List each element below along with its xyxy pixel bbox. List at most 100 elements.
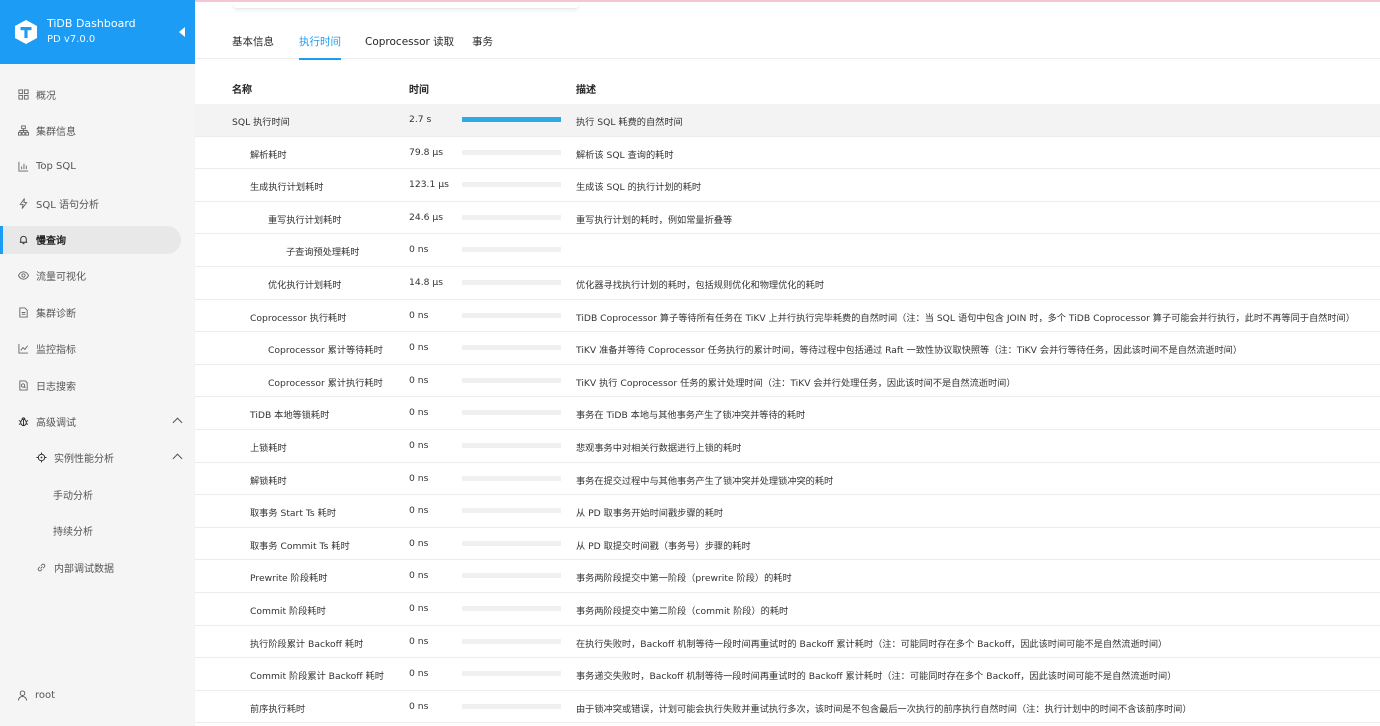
time-ratio-bar: [462, 671, 561, 677]
row-name: 执行阶段累计 Backoff 耗时: [250, 638, 364, 650]
row-time: 24.6 μs: [409, 211, 444, 223]
table-row[interactable]: Commit 阶段耗时 0 ns 事务两阶段提交中第二阶段（commit 阶段）的耗…: [195, 593, 1380, 626]
table-row[interactable]: 优化执行计划耗时 14.8 μs 优化器寻找执行计划的耗时，包括规则优化和物理优化的…: [195, 267, 1380, 300]
tab-basic-info[interactable]: 基本信息: [232, 34, 274, 58]
row-description: 重写执行计划的耗时，例如常量折叠等: [576, 214, 733, 226]
sidebar-item-cluster-info[interactable]: 集群信息: [0, 116, 195, 144]
previous-card-edge: [233, 0, 579, 9]
table-row[interactable]: 取事务 Commit Ts 耗时 0 ns 从 PD 取提交时间戳（事务号）步骤的耗…: [195, 528, 1380, 561]
table-row[interactable]: 子查询预处理耗时 0 ns: [195, 234, 1380, 267]
tidb-logo-icon: [15, 20, 37, 44]
table-row[interactable]: TiDB 本地等锁耗时 0 ns 事务在 TiDB 本地与其他事务产生了锁冲突并等待…: [195, 397, 1380, 430]
table-row[interactable]: Coprocessor 累计执行耗时 0 ns TiKV 执行 Coprocesso…: [195, 365, 1380, 398]
table-row[interactable]: Prewrite 阶段耗时 0 ns 事务两阶段提交中第一阶段（prewrite 阶…: [195, 560, 1380, 593]
sidebar-item-diagnose[interactable]: 集群诊断: [0, 298, 195, 326]
sidebar-item-label: 集群诊断: [36, 308, 76, 320]
sidebar-item-label: 慢查询: [36, 236, 66, 248]
row-time: 0 ns: [409, 570, 429, 582]
row-name: 生成执行计划耗时: [250, 182, 324, 194]
sidebar-item-overview[interactable]: 概况: [0, 80, 195, 108]
tab-coprocessor-read[interactable]: Coprocessor 读取: [365, 34, 454, 58]
row-description: TiKV 准备并等待 Coprocessor 任务执行的累计时间，等待过程中包括…: [576, 345, 1243, 357]
table-row[interactable]: SQL 执行时间 2.7 s 执行 SQL 耗费的自然时间: [195, 104, 1380, 137]
document-icon: [17, 306, 29, 318]
column-header-time: 时间: [409, 85, 429, 96]
brand-title: TiDB Dashboard: [47, 17, 136, 30]
main-content: 基本信息 执行时间 Coprocessor 读取 事务 名称 时间 描述 SQL…: [195, 0, 1380, 726]
tab-transaction[interactable]: 事务: [472, 34, 493, 58]
row-name: 解锁耗时: [250, 475, 287, 487]
sidebar-item-key-visualizer[interactable]: 流量可视化: [0, 262, 195, 290]
collapse-sidebar-icon[interactable]: [179, 27, 185, 37]
sidebar-item-label: 流量可视化: [36, 272, 86, 284]
bug-icon: [17, 416, 29, 428]
table-row[interactable]: 生成执行计划耗时 123.1 μs 生成该 SQL 的执行计划的耗时: [195, 169, 1380, 202]
sidebar-item-label: 高级调试: [36, 418, 76, 430]
table-row[interactable]: 上锁耗时 0 ns 悲观事务中对相关行数据进行上锁的耗时: [195, 430, 1380, 463]
table-row[interactable]: 前序执行耗时 0 ns 由于锁冲突或错误，计划可能会执行失败并重试执行多次，该时间是…: [195, 691, 1380, 724]
time-ratio-bar: [462, 247, 561, 253]
user-menu[interactable]: root: [17, 690, 55, 701]
sidebar-item-sql-statements[interactable]: SQL 语句分析: [0, 189, 195, 217]
sidebar-item-label: 监控指标: [36, 345, 76, 357]
time-ratio-bar: [462, 312, 561, 318]
row-description: 事务在 TiDB 本地与其他事务产生了锁冲突并等待的耗时: [576, 410, 806, 422]
sidebar-item-debug-api[interactable]: 内部调试数据: [0, 553, 195, 581]
sidebar-item-label: 概况: [36, 90, 56, 102]
row-description: 悲观事务中对相关行数据进行上锁的耗时: [576, 442, 742, 454]
bell-icon: [17, 234, 29, 246]
row-name: SQL 执行时间: [232, 117, 290, 128]
sidebar-item-label: 内部调试数据: [54, 563, 114, 575]
row-time: 0 ns: [409, 537, 429, 549]
table-row[interactable]: Coprocessor 累计等待耗时 0 ns TiKV 准备并等待 Coproce…: [195, 332, 1380, 365]
table-row[interactable]: Commit 阶段累计 Backoff 耗时 0 ns 事务递交失败时，Backof…: [195, 658, 1380, 691]
row-time: 0 ns: [409, 700, 429, 712]
time-ratio-bar: [462, 214, 561, 220]
brand-header: TiDB Dashboard PD v7.0.0: [0, 0, 195, 64]
sidebar-item-manual-profiling[interactable]: 手动分析: [0, 480, 195, 508]
chart-bar-icon: [17, 161, 29, 173]
lightning-icon: [17, 197, 29, 209]
table-row[interactable]: 执行阶段累计 Backoff 耗时 0 ns 在执行失败时，Backoff 机制等待…: [195, 626, 1380, 659]
time-ratio-bar: [462, 703, 561, 709]
row-description: 事务在提交过程中与其他事务产生了锁冲突并处理锁冲突的耗时: [576, 475, 834, 487]
row-time: 0 ns: [409, 244, 429, 256]
time-ratio-bar: [462, 508, 561, 514]
row-name: Prewrite 阶段耗时: [250, 573, 328, 585]
table-row[interactable]: 解锁耗时 0 ns 事务在提交过程中与其他事务产生了锁冲突并处理锁冲突的耗时: [195, 463, 1380, 496]
table-header: 名称 时间 描述: [195, 71, 1380, 103]
sidebar-item-label: 持续分析: [53, 527, 93, 539]
row-description: 事务递交失败时，Backoff 机制等待一段时间再重试时的 Backoff 累计…: [576, 671, 1177, 683]
chevron-up-icon: [172, 453, 183, 464]
brand-version: PD v7.0.0: [47, 34, 96, 45]
sidebar-item-instance-profiling[interactable]: 实例性能分析: [0, 444, 195, 472]
row-time: 0 ns: [409, 407, 429, 419]
user-name: root: [35, 690, 56, 701]
aim-icon: [35, 452, 47, 464]
row-description: 在执行失败时，Backoff 机制等待一段时间再重试时的 Backoff 累计耗…: [576, 638, 1168, 650]
sidebar-item-monitoring[interactable]: 监控指标: [0, 335, 195, 363]
table-row[interactable]: 解析耗时 79.8 μs 解析该 SQL 查询的耗时: [195, 137, 1380, 170]
line-chart-icon: [17, 343, 29, 355]
eye-icon: [17, 270, 29, 282]
sidebar-item-advanced-debugging[interactable]: 高级调试: [0, 408, 195, 436]
time-ratio-bar: [462, 345, 561, 351]
row-name: Coprocessor 执行耗时: [250, 312, 347, 324]
execution-time-table: SQL 执行时间 2.7 s 执行 SQL 耗费的自然时间 解析耗时 79.8 μs 解析…: [195, 104, 1380, 724]
tab-execution-time[interactable]: 执行时间: [299, 34, 341, 60]
sidebar-item-continuous-profiling[interactable]: 持续分析: [0, 517, 195, 545]
row-description: 从 PD 取事务开始时间戳步骤的耗时: [576, 508, 724, 520]
table-row[interactable]: Coprocessor 执行耗时 0 ns TiDB Coprocessor 算子等…: [195, 300, 1380, 333]
sidebar-item-top-sql[interactable]: Top SQL: [0, 153, 195, 181]
table-row[interactable]: 重写执行计划耗时 24.6 μs 重写执行计划的耗时，例如常量折叠等: [195, 202, 1380, 235]
table-row[interactable]: 取事务 Start Ts 耗时 0 ns 从 PD 取事务开始时间戳步骤的耗时: [195, 495, 1380, 528]
row-description: 由于锁冲突或错误，计划可能会执行失败并重试执行多次，该时间是不包含最后一次执行的…: [576, 703, 1192, 715]
row-name: 优化执行计划耗时: [268, 279, 342, 291]
link-icon: [35, 561, 47, 573]
row-name: 前序执行耗时: [250, 703, 306, 715]
sidebar-item-label: Top SQL: [36, 161, 76, 173]
cluster-icon: [17, 124, 29, 136]
sidebar-item-log-search[interactable]: 日志搜索: [0, 371, 195, 399]
sidebar-item-label: 集群信息: [36, 126, 76, 138]
sidebar-item-slow-query[interactable]: 慢查询: [0, 225, 181, 254]
